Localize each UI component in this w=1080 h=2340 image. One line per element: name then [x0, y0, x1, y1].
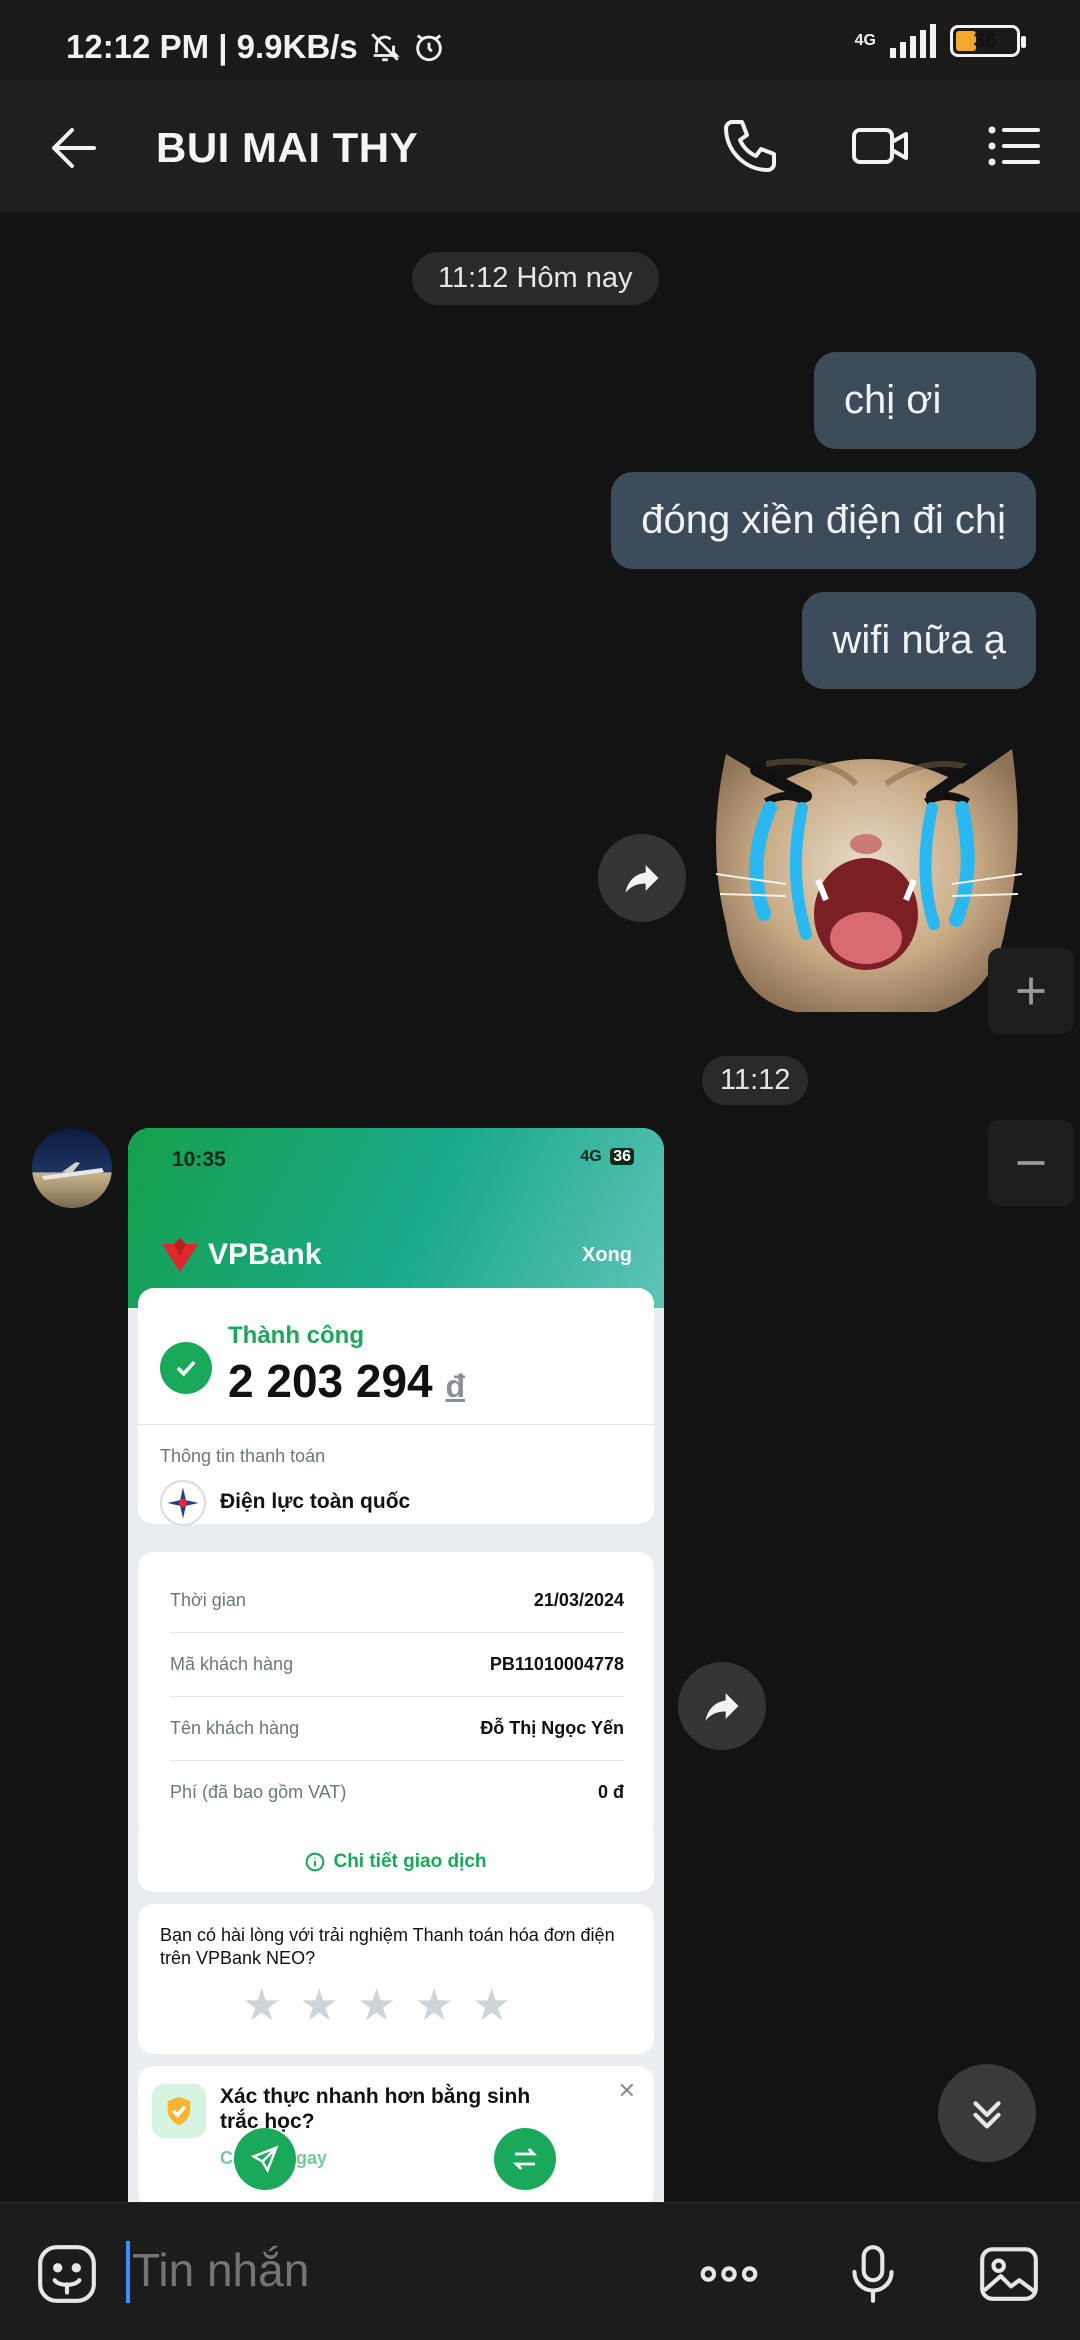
scroll-to-bottom-button[interactable] [938, 2064, 1036, 2162]
detail-key: Tên khách hàng [170, 1718, 300, 1738]
star-icon: ★ [414, 1981, 454, 2030]
emoji-sticker-icon[interactable] [34, 2241, 100, 2307]
network-label: 4G [854, 32, 876, 49]
biometric-title: Xác thực nhanh hơn bằng sinh trắc học? [220, 2085, 531, 2133]
receipt-summary-card: Thành công 2 203 294 đ Thông tin thanh t… [138, 1288, 654, 1526]
battery-level: 36 [973, 29, 997, 52]
details-link-text: Chi tiết giao dịch [333, 1851, 487, 1872]
survey-card: Bạn có hài lòng với trải nghiệm Thanh to… [138, 1904, 654, 2054]
detail-value: Đỗ Thị Ngọc Yến [480, 1718, 624, 1738]
success-check-icon [160, 1342, 212, 1394]
close-icon: ✕ [617, 2078, 636, 2103]
amount-currency: đ [445, 1368, 465, 1404]
share-arrow-icon [625, 865, 659, 893]
star-icon: ★ [299, 1981, 339, 2030]
chat-header: BUI MAI THY [0, 80, 1080, 212]
mute-bell-icon [370, 33, 400, 62]
receipt-network: 4G [580, 1148, 602, 1165]
video-call-icon[interactable] [848, 114, 912, 178]
message-input[interactable] [132, 2243, 652, 2297]
survey-text: Bạn có hài lòng với trải nghiệm Thanh to… [160, 1925, 615, 1968]
detail-key: Phí (đã bao gồm VAT) [170, 1782, 347, 1802]
airplane-photo-icon [42, 1162, 104, 1180]
star-icon: ★ [356, 1981, 397, 2030]
alarm-icon [415, 34, 442, 62]
receipt-battery: 36 [610, 1148, 634, 1165]
vpbank-logo-icon [162, 1238, 198, 1272]
status-bar: 12:12 PM | 9.9KB/s 4G 36 [0, 0, 1080, 80]
payment-info-label: Thông tin thanh toán [160, 1446, 326, 1466]
evn-logo-icon [160, 1480, 206, 1526]
detail-value: 0 đ [597, 1782, 624, 1802]
receipt-image[interactable]: 10:35 4G 36 VPBank Xong Thành công 2 203… [128, 1128, 664, 2208]
amount-value: 2 203 294 [228, 1355, 433, 1407]
detail-key: Mã khách hàng [170, 1654, 294, 1674]
message-time: 11:12 [702, 1056, 809, 1105]
detail-key: Thời gian [170, 1590, 246, 1610]
detail-row: Phí (đã bao gồm VAT) 0 đ [170, 1782, 624, 1803]
info-icon [306, 1852, 325, 1872]
provider-name: Điện lực toàn quốc [220, 1490, 411, 1513]
detail-row: Mã khách hàng PB11010004778 [170, 1654, 624, 1675]
crying-cat-sticker[interactable] [706, 724, 1032, 1020]
text-caret [126, 2241, 130, 2303]
detail-row: Thời gian 21/03/2024 [170, 1590, 624, 1611]
forward-button[interactable] [598, 834, 686, 922]
vpbank-logo-text: VPBank [208, 1238, 322, 1271]
shield-check-icon [152, 2084, 206, 2138]
message-bubble[interactable]: chị ơi [814, 352, 1036, 449]
receipt-status-time: 10:35 [172, 1148, 226, 1171]
transfer-fab-icon [494, 2128, 556, 2190]
date-separator: 11:12 Hôm nay [412, 252, 659, 305]
zoom-in-button[interactable] [988, 948, 1074, 1034]
send-fab-icon [234, 2128, 296, 2190]
rating-stars: ★ ★ ★ ★ ★ [242, 1980, 511, 2031]
status-time: 12:12 PM | 9.9KB/s [66, 28, 358, 65]
status-right: 4G 36 [854, 24, 1026, 58]
phone-icon[interactable] [718, 114, 782, 178]
message-bubble[interactable]: wifi nữa ạ [802, 592, 1036, 689]
more-options-icon[interactable] [696, 2241, 762, 2307]
message-input-bar [0, 2202, 1080, 2340]
avatar[interactable] [32, 1128, 112, 1208]
status-left: 12:12 PM | 9.9KB/s [66, 28, 446, 66]
biometric-card: Xác thực nhanh hơn bằng sinh trắc học? ✕… [138, 2066, 654, 2208]
forward-button[interactable] [678, 1662, 766, 1750]
star-icon: ★ [242, 1981, 282, 2030]
message-bubble[interactable]: đóng xiền điện đi chị [611, 472, 1036, 569]
detail-row: Tên khách hàng Đỗ Thị Ngọc Yến [170, 1718, 624, 1739]
signal-icon [890, 24, 936, 58]
vpbank-logo: VPBank [160, 1238, 321, 1272]
menu-list-icon[interactable] [982, 114, 1046, 178]
detail-value: PB11010004778 [489, 1654, 624, 1674]
microphone-icon[interactable] [840, 2241, 906, 2307]
image-gallery-icon[interactable] [976, 2241, 1042, 2307]
success-label: Thành công [228, 1322, 364, 1349]
plus-icon [1017, 977, 1045, 1005]
battery-icon: 36 [950, 25, 1026, 57]
share-arrow-icon [705, 1693, 739, 1721]
receipt-header: 10:35 4G 36 VPBank Xong [128, 1128, 664, 1308]
contact-name: BUI MAI THY [156, 124, 419, 171]
double-chevron-down-icon [973, 2101, 1001, 2129]
back-arrow-icon[interactable] [44, 116, 108, 180]
detail-value: 21/03/2024 [533, 1590, 624, 1610]
star-icon: ★ [471, 1981, 512, 2030]
receipt-done-button: Xong [582, 1244, 632, 1266]
receipt-details-card: Thời gian 21/03/2024 Mã khách hàng PB110… [138, 1552, 654, 1840]
receipt-status-right: 4G 36 [580, 1148, 634, 1166]
zoom-out-button[interactable] [988, 1120, 1074, 1206]
minus-icon [1017, 1161, 1045, 1165]
details-link: Chi tiết giao dịch [138, 1832, 654, 1892]
